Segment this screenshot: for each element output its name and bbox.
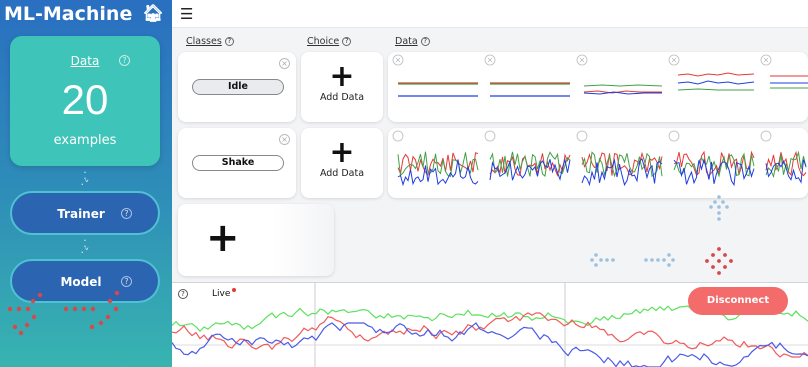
data-row-idle [388, 52, 808, 122]
data-card[interactable]: Data ? 20 examples [10, 36, 160, 166]
help-icon[interactable]: ? [178, 289, 188, 299]
shake-trace-green [581, 151, 663, 178]
flow-arrow-icon: · · ·˅ [80, 166, 90, 191]
top-bar: ☰ [172, 0, 808, 28]
trainer-button[interactable]: Trainer ? [10, 191, 160, 235]
classes-header-label: Classes [186, 36, 222, 47]
data-header-label: Data [395, 36, 418, 47]
choice-header-label: Choice [307, 36, 340, 47]
data-card-label[interactable]: Data [10, 54, 160, 68]
add-data-button-idle[interactable]: + Add Data [301, 52, 383, 122]
sidebar: ML-Machine 🏠︎ Data ? 20 examples · · ·˅ Tr… [0, 0, 172, 367]
data-row-shake [388, 128, 808, 198]
gesture-name-shake[interactable]: Shake [192, 155, 284, 171]
add-data-button-shake[interactable]: + Add Data [301, 128, 383, 198]
help-icon[interactable]: ? [420, 37, 430, 46]
live-label: Live [212, 289, 231, 299]
shake-samples [392, 130, 807, 187]
help-icon[interactable]: ? [119, 55, 130, 66]
flow-arrow-icon: · · ·˅ [80, 234, 90, 259]
hamburger-icon[interactable]: ☰ [180, 5, 193, 23]
example-count: 20 [61, 76, 109, 123]
add-data-label: Add Data [319, 92, 365, 103]
help-icon[interactable]: ? [121, 208, 132, 219]
close-icon[interactable]: × [279, 58, 290, 69]
decorative-arrows [590, 195, 733, 275]
app-title: ML-Machine [4, 3, 133, 25]
shake-trace-green [765, 150, 807, 179]
app-brand[interactable]: ML-Machine 🏠︎ [0, 0, 172, 28]
add-data-label: Add Data [319, 168, 365, 179]
gesture-card-idle[interactable]: × Idle [178, 52, 296, 122]
data-header: Data? [395, 36, 430, 47]
gesture-name-idle[interactable]: Idle [192, 79, 284, 95]
trainer-label: Trainer [57, 207, 105, 221]
example-unit: examples [53, 133, 117, 148]
help-icon[interactable]: ? [342, 37, 352, 46]
close-icon[interactable]: × [279, 134, 290, 145]
help-icon[interactable]: ? [224, 37, 234, 46]
choice-header: Choice? [307, 36, 352, 47]
home-icon[interactable]: 🏠︎ [142, 4, 164, 24]
plus-icon: + [206, 215, 240, 261]
help-icon[interactable]: ? [121, 276, 132, 287]
live-trace-red [172, 312, 808, 358]
plus-icon: + [329, 135, 355, 170]
plus-icon: + [329, 59, 355, 94]
disconnect-button[interactable]: Disconnect [688, 287, 788, 315]
decorative-dots [7, 290, 120, 336]
classes-header: Classes? [186, 36, 234, 47]
idle-samples [392, 54, 808, 97]
add-class-button[interactable]: + [178, 204, 334, 276]
live-indicator [232, 288, 236, 292]
gesture-card-shake[interactable]: × Shake [178, 128, 296, 198]
